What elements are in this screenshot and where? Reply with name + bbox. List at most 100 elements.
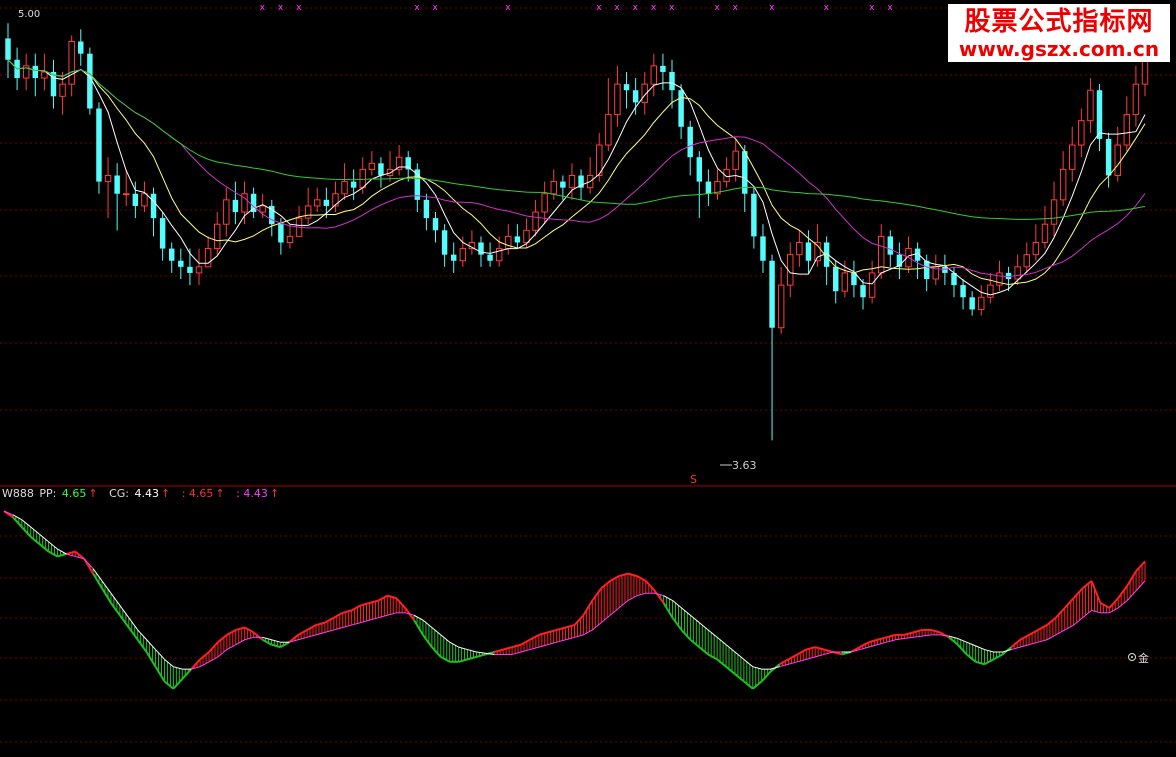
- candle-body-up: [1114, 144, 1121, 176]
- candle-body-up: [541, 193, 548, 213]
- pp-line-segment: [1126, 570, 1137, 587]
- cg-line-segment: [378, 614, 388, 619]
- cg-line-segment: [226, 644, 237, 650]
- pp-line-segment: [716, 658, 727, 668]
- pp-line-segment: [511, 643, 522, 649]
- cg-line-segment: [672, 600, 682, 609]
- cg-line-segment: [57, 548, 67, 555]
- candle-body-up: [532, 211, 539, 231]
- cg-line-segment: [716, 636, 727, 646]
- cg-line-segment: [913, 635, 923, 638]
- indicator-area: [3, 510, 1146, 690]
- candle-body-up: [68, 40, 75, 85]
- cg-line-segment: [217, 649, 228, 658]
- s-marker: S: [690, 473, 697, 486]
- candle-body-down: [250, 193, 257, 213]
- pp-line-segment: [734, 673, 745, 683]
- pp-line-segment: [725, 665, 736, 675]
- candle-body-up: [987, 284, 994, 298]
- pp-line-segment: [119, 614, 130, 629]
- top-price-value: 5.00: [18, 9, 41, 20]
- gold-signal-label: 金: [1138, 651, 1149, 665]
- candle-body-up: [1032, 241, 1040, 256]
- cg-line-segment: [422, 619, 433, 628]
- cg-value: 4.43: [134, 487, 160, 500]
- cg-line-segment: [1135, 580, 1146, 592]
- candle-body-down: [751, 193, 757, 237]
- cg-line-segment: [529, 646, 539, 651]
- cg-line-segment: [520, 649, 531, 653]
- candle-body-down: [705, 181, 712, 194]
- cg-line-segment: [199, 661, 210, 668]
- cg-line-segment: [315, 631, 326, 636]
- candle-body-down: [923, 260, 930, 280]
- cg-line-segment: [797, 658, 807, 663]
- pp-line-segment: [912, 628, 923, 634]
- pp-line-segment: [806, 646, 816, 651]
- pp-line-segment: [760, 670, 772, 683]
- cg-line-segment: [298, 636, 308, 641]
- candle-body-up: [104, 174, 112, 183]
- candle-body-down: [350, 181, 357, 188]
- cg-line-segment: [1064, 624, 1074, 631]
- pp-line-segment: [591, 587, 603, 602]
- cg-line-segment: [1109, 607, 1119, 614]
- candle-body-up: [1078, 120, 1085, 146]
- cg-line-segment: [1091, 609, 1101, 614]
- cg-label: CG:: [109, 487, 129, 500]
- watermark-title: 股票公式指标网: [964, 7, 1154, 37]
- candle-body-down: [887, 236, 894, 255]
- candle-body-up: [1050, 199, 1058, 225]
- pp-line-segment: [1135, 560, 1146, 572]
- pp-line-segment: [92, 573, 103, 589]
- candle-body-up: [314, 199, 321, 207]
- candle-body-up: [41, 71, 48, 79]
- cg-line-segment: [939, 634, 949, 637]
- candle-body-down: [132, 193, 139, 206]
- pp-line-segment: [136, 639, 148, 653]
- pp-line-segment: [556, 626, 566, 631]
- candle-body-down: [514, 236, 521, 243]
- cg-line-segment: [609, 607, 620, 616]
- signal-marker: x: [414, 3, 420, 13]
- cg-line-segment: [868, 644, 878, 648]
- pp-line-segment: [369, 599, 379, 604]
- low-price-label: 3.63: [732, 459, 757, 472]
- pp-line-segment: [154, 666, 166, 682]
- candle-body-down: [78, 41, 84, 54]
- pp-line-segment: [127, 626, 139, 641]
- pp-line-segment: [1117, 585, 1128, 599]
- cg-line-segment: [877, 641, 887, 646]
- candle-body-down: [860, 285, 866, 298]
- candle-body-down: [669, 71, 675, 91]
- candle-body-up: [141, 193, 148, 207]
- candle-body-down: [323, 199, 330, 206]
- signal-marker: x: [824, 3, 830, 13]
- pp-line-segment: [48, 550, 58, 558]
- cg-line-segment: [815, 653, 825, 658]
- candle-body-up: [213, 223, 221, 250]
- cg-line-segment: [663, 595, 673, 601]
- pp-line-segment: [351, 604, 362, 612]
- cg-line-segment: [957, 638, 967, 643]
- candle-body-down: [96, 108, 102, 182]
- signal-marker: x: [278, 3, 284, 13]
- pp-line-segment: [645, 580, 656, 592]
- pp-line-segment: [1019, 633, 1030, 641]
- pp-line-segment: [1108, 597, 1119, 609]
- signal-marker: x: [614, 3, 620, 13]
- candle-body-up: [459, 248, 467, 262]
- cg-line-segment: [467, 649, 477, 653]
- cg-line-segment: [1011, 646, 1021, 651]
- cg-line-segment: [565, 636, 575, 641]
- cg-line-segment: [823, 651, 834, 655]
- cg-line-segment: [21, 519, 32, 528]
- pp-line-segment: [66, 550, 76, 555]
- pp-line-segment: [627, 572, 638, 578]
- pp-line-segment: [476, 653, 486, 658]
- pp-line-segment: [502, 646, 513, 651]
- cg-line-segment: [788, 661, 798, 665]
- candle-body-down: [441, 230, 448, 255]
- pp-line-segment: [163, 680, 175, 690]
- pp-line-segment: [413, 619, 424, 636]
